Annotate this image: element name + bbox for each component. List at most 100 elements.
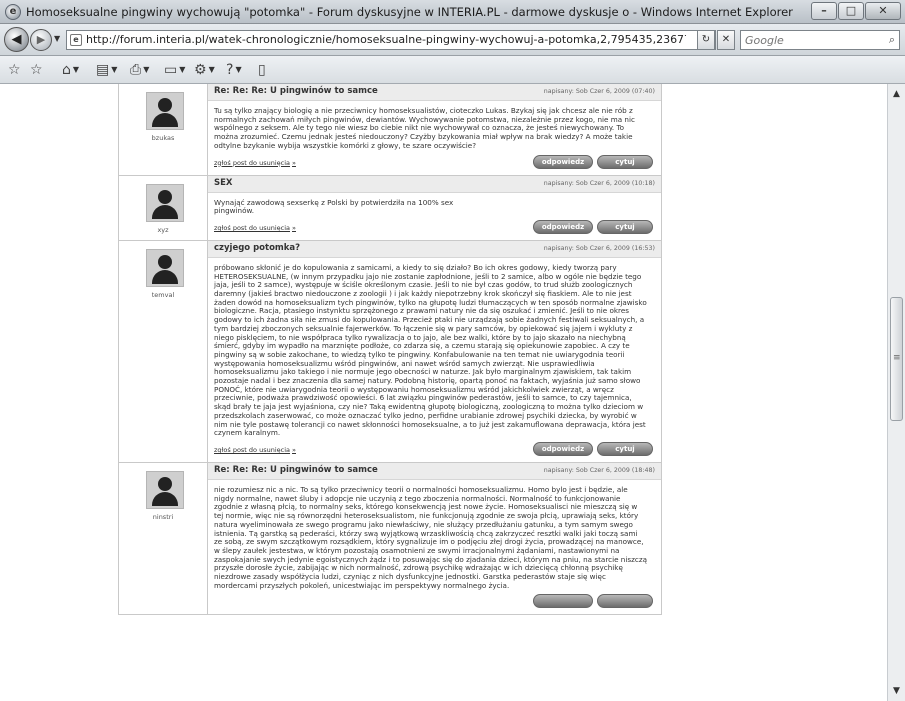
post-footer: zgłoś post do usunięcia» odpowiedz cytuj [208, 151, 661, 175]
chevron-right-icon: » [292, 445, 296, 454]
post-title: SEX [214, 177, 233, 188]
post-date: napisany: Sob Czer 6, 2009 (10:18) [543, 179, 655, 187]
feeds-dropdown-icon[interactable]: ▼ [111, 65, 117, 74]
post-header: czyjego potomka? napisany: Sob Czer 6, 2… [208, 240, 661, 258]
post-content: czyjego potomka? napisany: Sob Czer 6, 2… [208, 240, 661, 462]
post-body: próbowano skłonić je do kopulowania z sa… [214, 262, 647, 438]
report-post-link[interactable]: zgłoś post do usunięcia» [214, 224, 296, 232]
author-column: temval [119, 240, 208, 462]
tools-gear-icon[interactable]: ⚙ ▼ [194, 60, 215, 80]
forward-button[interactable]: ▶ [30, 29, 52, 51]
url-text[interactable]: http://forum.interia.pl/watek-chronologi… [86, 33, 686, 46]
scroll-down-icon[interactable]: ▼ [888, 683, 905, 699]
forum-thread: bzukas Re: Re: Re: U pingwinów to samce … [118, 84, 662, 616]
avatar [146, 92, 184, 130]
forum-post: temval czyjego potomka? napisany: Sob Cz… [119, 240, 661, 463]
address-bar: ◀ ▶ ▼ e http://forum.interia.pl/watek-ch… [0, 24, 905, 56]
help-icon[interactable]: ? ▼ [226, 60, 242, 80]
post-content: SEX napisany: Sob Czer 6, 2009 (10:18) W… [208, 175, 661, 240]
forum-post: ninstri Re: Re: Re: U pingwinów to samce… [119, 462, 661, 616]
post-body: Tu są tylko znający biologię a nie przec… [214, 106, 635, 150]
author-column: ninstri [119, 462, 208, 615]
page-glyph: ▭ [164, 62, 178, 78]
window-controls: – □ ✕ [811, 2, 901, 20]
quote-button[interactable] [597, 594, 653, 609]
scroll-up-icon[interactable]: ▲ [888, 86, 905, 102]
add-favorites-icon[interactable]: ☆ [30, 60, 43, 80]
feeds-icon[interactable]: ▤ ▼ [96, 60, 117, 80]
username[interactable]: ninstri [119, 513, 207, 521]
post-date: napisany: Sob Czer 6, 2009 (18:48) [543, 466, 655, 474]
favorites-star-icon[interactable]: ☆ [8, 60, 21, 80]
search-icon[interactable]: ⌕ [889, 33, 895, 47]
post-footer: zgłoś post do usunięcia» odpowiedz cytuj [208, 216, 661, 240]
post-title: czyjego potomka? [214, 242, 301, 253]
post-date: napisany: Sob Czer 6, 2009 (07:40) [543, 88, 655, 95]
post-date: napisany: Sob Czer 6, 2009 (16:53) [543, 244, 655, 252]
home-glyph: ⌂ [62, 62, 71, 78]
refresh-button[interactable]: ↻ [697, 30, 715, 50]
author-column: bzukas [119, 84, 208, 175]
chevron-right-icon: » [292, 223, 296, 232]
url-field[interactable]: e http://forum.interia.pl/watek-chronolo… [66, 30, 716, 50]
research-icon[interactable]: ▯ [258, 60, 266, 80]
post-header: Re: Re: Re: U pingwinów to samce napisan… [208, 84, 661, 101]
report-post-link[interactable]: zgłoś post do usunięcia» [214, 446, 296, 454]
stop-button[interactable]: ✕ [717, 30, 735, 50]
scroll-thumb[interactable]: ≡ [890, 297, 903, 421]
quote-button[interactable]: cytuj [597, 154, 653, 169]
internet-explorer-icon: e [5, 4, 21, 20]
page-dropdown-icon[interactable]: ▼ [179, 65, 185, 74]
page-icon: e [70, 34, 82, 46]
post-title: Re: Re: Re: U pingwinów to samce [214, 86, 378, 96]
report-link-label: zgłoś post do usunięcia [214, 445, 291, 454]
title-bar: e Homoseksualne pingwiny wychowują "poto… [0, 0, 905, 24]
post-header: SEX napisany: Sob Czer 6, 2009 (10:18) [208, 175, 661, 193]
print-dropdown-icon[interactable]: ▼ [143, 65, 149, 74]
quote-button[interactable]: cytuj [597, 441, 653, 456]
post-title: Re: Re: Re: U pingwinów to samce [214, 464, 378, 475]
reply-button[interactable]: odpowiedz [533, 154, 593, 169]
history-dropdown-icon[interactable]: ▼ [54, 34, 60, 43]
forum-post: bzukas Re: Re: Re: U pingwinów to samce … [119, 84, 661, 176]
avatar [146, 470, 184, 509]
reply-button[interactable]: odpowiedz [533, 219, 593, 234]
report-post-link[interactable]: zgłoś post do usunięcia» [214, 159, 296, 167]
post-content: Re: Re: Re: U pingwinów to samce napisan… [208, 84, 661, 175]
page-menu-icon[interactable]: ▭ ▼ [164, 60, 185, 80]
username[interactable]: temval [119, 291, 207, 299]
reply-button[interactable] [533, 594, 593, 609]
tools-dropdown-icon[interactable]: ▼ [209, 65, 215, 74]
post-footer [208, 590, 661, 614]
post-header: Re: Re: Re: U pingwinów to samce napisan… [208, 462, 661, 480]
print-icon[interactable]: ⎙ ▼ [130, 60, 149, 80]
home-dropdown-icon[interactable]: ▼ [73, 65, 79, 74]
close-button[interactable]: ✕ [865, 2, 901, 20]
search-input[interactable] [743, 32, 875, 48]
print-glyph: ⎙ [130, 62, 142, 78]
report-link-label: zgłoś post do usunięcia [214, 158, 291, 167]
grip-icon: ≡ [893, 353, 901, 363]
help-dropdown-icon[interactable]: ▼ [235, 65, 241, 74]
avatar [146, 183, 184, 222]
chevron-right-icon: » [292, 158, 296, 167]
avatar [146, 248, 184, 287]
maximize-button[interactable]: □ [838, 2, 864, 20]
window-title: Homoseksualne pingwiny wychowują "potomk… [26, 5, 793, 19]
author-column: xyz [119, 175, 208, 240]
command-bar: ☆ ☆ ⌂ ▼ ▤ ▼ ⎙ ▼ ▭ ▼ ⚙ ▼ ? ▼ ▯ [0, 56, 905, 84]
quote-button[interactable]: cytuj [597, 219, 653, 234]
feeds-glyph: ▤ [96, 62, 110, 78]
forum-post: xyz SEX napisany: Sob Czer 6, 2009 (10:1… [119, 175, 661, 241]
page-viewport: bzukas Re: Re: Re: U pingwinów to samce … [0, 84, 887, 701]
username[interactable]: bzukas [119, 134, 207, 142]
vertical-scrollbar[interactable]: ▲ ≡ ▼ [887, 84, 905, 701]
back-button[interactable]: ◀ [4, 27, 29, 52]
search-box[interactable]: ⌕ [740, 30, 900, 50]
home-icon[interactable]: ⌂ ▼ [62, 60, 79, 80]
help-glyph: ? [226, 62, 234, 78]
minimize-button[interactable]: – [811, 2, 837, 20]
post-body: Wynająć zawodową sexserkę z Polski by po… [214, 197, 454, 216]
username[interactable]: xyz [119, 226, 207, 234]
reply-button[interactable]: odpowiedz [533, 441, 593, 456]
